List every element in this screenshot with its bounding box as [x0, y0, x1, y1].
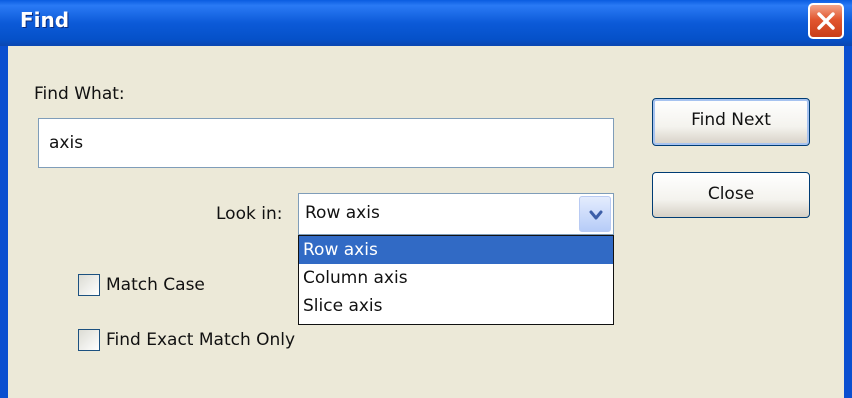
find-what-label: Find What:	[34, 84, 125, 104]
match-case-checkbox[interactable]	[78, 274, 100, 296]
dropdown-option-slice-axis[interactable]: Slice axis	[299, 292, 613, 320]
exact-match-label: Find Exact Match Only	[106, 330, 296, 350]
exact-match-option[interactable]: Find Exact Match Only	[78, 327, 295, 353]
dropdown-option-row-axis[interactable]: Row axis	[299, 236, 613, 264]
window-border-left	[0, 46, 8, 398]
match-case-label: Match Case	[106, 275, 205, 295]
close-icon[interactable]	[808, 3, 844, 39]
window-title: Find	[20, 8, 70, 32]
find-next-button[interactable]: Find Next	[652, 98, 810, 146]
close-button[interactable]: Close	[652, 172, 810, 218]
look-in-dropdown-list: Row axis Column axis Slice axis	[298, 235, 614, 325]
chevron-down-icon[interactable]	[579, 196, 611, 232]
look-in-selected-value: Row axis	[305, 203, 380, 223]
title-bar[interactable]: Find	[0, 0, 852, 46]
exact-match-checkbox[interactable]	[78, 329, 100, 351]
look-in-label: Look in:	[216, 204, 283, 224]
dropdown-option-column-axis[interactable]: Column axis	[299, 264, 613, 292]
match-case-option[interactable]: Match Case	[78, 272, 205, 298]
window-border-right	[844, 46, 852, 398]
look-in-select[interactable]: Row axis	[298, 193, 614, 235]
find-what-input[interactable]	[38, 118, 614, 168]
